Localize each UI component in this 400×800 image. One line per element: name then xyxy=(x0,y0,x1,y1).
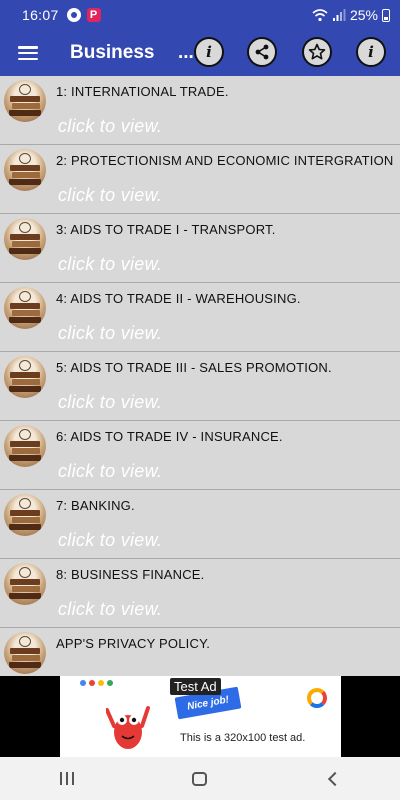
recent-apps-icon xyxy=(59,772,74,785)
list-item[interactable]: 2: PROTECTIONISM AND ECONOMIC INTERGRATI… xyxy=(0,145,400,214)
book-thumbnail-icon xyxy=(4,632,46,674)
battery-percent: 25% xyxy=(349,7,378,23)
star-icon xyxy=(308,43,326,60)
wifi-icon xyxy=(312,8,328,21)
privacy-policy-item[interactable]: APP'S PRIVACY POLICY. xyxy=(0,628,400,676)
info-icon: i xyxy=(368,42,374,61)
app-title: Business xyxy=(70,42,155,63)
list-item-subtitle: click to view. xyxy=(58,185,163,205)
list-item-title: APP'S PRIVACY POLICY. xyxy=(56,636,211,651)
list-item-title: 5: AIDS TO TRADE III - SALES PROMOTION. xyxy=(56,360,332,375)
list-item[interactable]: 1: INTERNATIONAL TRADE. click to view. xyxy=(0,76,400,145)
share-icon xyxy=(255,44,269,60)
ad-text: This is a 320x100 test ad. xyxy=(180,732,306,744)
book-thumbnail-icon xyxy=(4,563,46,605)
app-bar: Business ... i i xyxy=(0,30,400,76)
ad-container: Nice job! This is a 320x100 test ad. Tes… xyxy=(0,676,400,757)
info-button[interactable]: i xyxy=(356,37,386,67)
list-item-title: 6: AIDS TO TRADE IV - INSURANCE. xyxy=(56,429,283,444)
mascot-icon xyxy=(106,706,150,749)
info-icon: i xyxy=(206,42,212,61)
book-thumbnail-icon xyxy=(4,218,46,260)
list-item-subtitle: click to view. xyxy=(58,530,163,550)
p-app-icon: P xyxy=(86,8,101,22)
list-item-subtitle: click to view. xyxy=(58,392,163,412)
list-item[interactable]: 5: AIDS TO TRADE III - SALES PROMOTION. … xyxy=(0,352,400,421)
google-dots-icon xyxy=(80,680,113,686)
list-item-title: 8: BUSINESS FINANCE. xyxy=(56,567,205,582)
book-thumbnail-icon xyxy=(4,149,46,191)
ad-banner[interactable]: Nice job! This is a 320x100 test ad. Tes… xyxy=(60,676,341,757)
back-icon xyxy=(328,771,343,786)
app-title-ellipsis: ... xyxy=(178,42,194,63)
battery-icon xyxy=(382,8,390,22)
list-item-subtitle: click to view. xyxy=(58,323,163,343)
book-thumbnail-icon xyxy=(4,494,46,536)
list-item[interactable]: 3: AIDS TO TRADE I - TRANSPORT. click to… xyxy=(0,214,400,283)
book-thumbnail-icon xyxy=(4,287,46,329)
book-thumbnail-icon xyxy=(4,356,46,398)
test-ad-badge: Test Ad xyxy=(170,678,221,695)
system-nav-bar xyxy=(0,757,400,800)
list-item-title: 3: AIDS TO TRADE I - TRANSPORT. xyxy=(56,222,276,237)
chapter-list: 1: INTERNATIONAL TRADE. click to view. 2… xyxy=(0,76,400,676)
home-icon xyxy=(192,771,208,786)
about-button[interactable]: i xyxy=(194,37,224,67)
list-item-subtitle: click to view. xyxy=(58,254,163,274)
list-item[interactable]: 7: BANKING. click to view. xyxy=(0,490,400,559)
rate-button[interactable] xyxy=(302,37,332,67)
list-item-title: 1: INTERNATIONAL TRADE. xyxy=(56,84,229,99)
list-item-title: 2: PROTECTIONISM AND ECONOMIC INTERGRATI… xyxy=(56,153,394,168)
book-thumbnail-icon xyxy=(4,80,46,122)
status-indicators: 25% xyxy=(312,7,390,23)
menu-button[interactable] xyxy=(0,30,56,76)
list-item-subtitle: click to view. xyxy=(58,599,163,619)
hamburger-icon xyxy=(18,46,38,60)
list-item-title: 7: BANKING. xyxy=(56,498,135,513)
share-button[interactable] xyxy=(247,37,277,67)
list-item[interactable]: 8: BUSINESS FINANCE. click to view. xyxy=(0,559,400,628)
recent-apps-button[interactable] xyxy=(37,759,97,799)
list-item[interactable]: 4: AIDS TO TRADE II - WAREHOUSING. click… xyxy=(0,283,400,352)
home-button[interactable] xyxy=(170,759,230,799)
list-item[interactable]: 6: AIDS TO TRADE IV - INSURANCE. click t… xyxy=(0,421,400,490)
status-time: 16:07 xyxy=(22,7,59,23)
list-item-title: 4: AIDS TO TRADE II - WAREHOUSING. xyxy=(56,291,301,306)
list-item-subtitle: click to view. xyxy=(58,461,163,481)
book-thumbnail-icon xyxy=(4,425,46,467)
messenger-icon xyxy=(66,8,81,22)
list-item-subtitle: click to view. xyxy=(58,116,163,136)
signal-icon xyxy=(332,8,346,21)
back-button[interactable] xyxy=(303,759,363,799)
status-bar: 16:07 P 25% xyxy=(0,0,400,30)
ad-logo-icon xyxy=(307,688,327,708)
